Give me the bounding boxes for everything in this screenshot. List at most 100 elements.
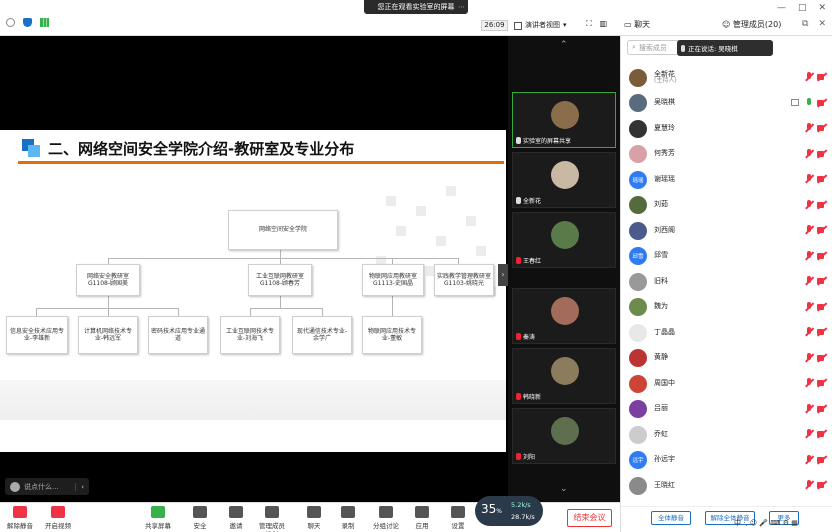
- mic-muted-icon[interactable]: [805, 276, 813, 286]
- mic-muted-icon[interactable]: [805, 123, 813, 133]
- member-row[interactable]: 远宇 孙远宇: [621, 448, 832, 474]
- breakout-rooms-button[interactable]: 分组讨论: [368, 506, 404, 530]
- share-screen-button[interactable]: 共享屏幕: [140, 506, 176, 530]
- mic-muted-icon[interactable]: [805, 403, 813, 414]
- camera-off-icon[interactable]: [817, 124, 827, 132]
- member-row[interactable]: 丁晶晶: [621, 320, 832, 346]
- mute-all-button[interactable]: 全体静音: [651, 511, 691, 525]
- member-row[interactable]: 夏慧玲: [621, 116, 832, 142]
- mic-muted-icon[interactable]: [805, 72, 813, 82]
- mic-muted-icon[interactable]: [805, 225, 813, 235]
- mic-icon: [516, 257, 521, 264]
- mic-muted-icon[interactable]: [805, 250, 813, 261]
- invite-button[interactable]: 邀请: [218, 506, 254, 530]
- start-video-button[interactable]: 开启视频: [40, 506, 76, 530]
- video-tile[interactable]: 刘阳: [512, 408, 616, 464]
- camera-off-icon[interactable]: [817, 354, 827, 362]
- toolbar-label: 应用: [415, 522, 429, 530]
- member-row[interactable]: 旧科: [621, 269, 832, 295]
- camera-off-icon[interactable]: [817, 430, 827, 438]
- mic-muted-icon[interactable]: [805, 327, 813, 337]
- camera-off-icon[interactable]: [817, 277, 827, 285]
- chevron-left-icon[interactable]: ‹: [75, 482, 89, 491]
- end-meeting-button[interactable]: 结束会议: [567, 509, 612, 527]
- video-tile[interactable]: 王春红: [512, 212, 616, 268]
- info-icon[interactable]: [6, 18, 15, 27]
- camera-off-icon[interactable]: [817, 252, 827, 260]
- layout-icon[interactable]: ▥: [600, 19, 608, 29]
- camera-off-icon[interactable]: [817, 328, 827, 336]
- mic-muted-icon[interactable]: [805, 352, 813, 363]
- member-row[interactable]: 乔虹: [621, 422, 832, 448]
- mic-muted-icon[interactable]: [805, 429, 813, 439]
- member-row[interactable]: 何秀芳: [621, 142, 832, 168]
- video-tile-label: 王春红: [523, 258, 542, 265]
- camera-off-icon[interactable]: [817, 405, 827, 413]
- mic-muted-icon[interactable]: [805, 301, 813, 312]
- speak-input[interactable]: 说点什么... ‹: [5, 478, 89, 495]
- member-row[interactable]: 刘茹: [621, 193, 832, 219]
- tab-manage-members[interactable]: ☺ 管理成员(20): [722, 19, 781, 30]
- security-button[interactable]: 安全: [182, 506, 218, 530]
- camera-off-icon[interactable]: [817, 175, 827, 183]
- mic-muted-icon[interactable]: [805, 174, 813, 184]
- manage-members-button[interactable]: 管理成员(20): [254, 506, 290, 532]
- chat-button[interactable]: 聊天: [296, 506, 332, 530]
- tab-chat[interactable]: ▭ 聊天: [624, 19, 650, 30]
- toolbar-label: 邀请: [229, 522, 243, 530]
- unmute-button[interactable]: 解除静音: [2, 506, 38, 530]
- mic-muted-icon[interactable]: [805, 480, 813, 490]
- shield-icon[interactable]: [23, 18, 32, 27]
- member-row[interactable]: 刘西阁: [621, 218, 832, 244]
- member-row[interactable]: 邱雪 邱雪: [621, 244, 832, 270]
- close-icon[interactable]: ✕: [818, 3, 826, 13]
- maximize-icon[interactable]: □: [798, 3, 807, 13]
- avatar: [629, 349, 647, 368]
- video-tile[interactable]: 秦涛: [512, 288, 616, 344]
- member-row[interactable]: 瑶瑶 谢瑶瑶: [621, 167, 832, 193]
- member-row[interactable]: 王晓红: [621, 473, 832, 499]
- video-tile[interactable]: 韩晓新: [512, 348, 616, 404]
- member-row[interactable]: 吕丽: [621, 397, 832, 423]
- camera-off-icon[interactable]: [817, 303, 827, 311]
- strip-collapse-handle[interactable]: ›: [498, 264, 508, 286]
- video-tile[interactable]: 全新花: [512, 152, 616, 208]
- camera-off-icon[interactable]: [817, 456, 827, 464]
- member-row[interactable]: 魏为: [621, 295, 832, 321]
- settings-button[interactable]: 设置: [440, 506, 476, 530]
- mic-muted-icon[interactable]: [805, 378, 813, 388]
- member-row[interactable]: 全新花 (主持人): [621, 65, 832, 91]
- fullscreen-icon[interactable]: ⛶: [586, 19, 592, 29]
- apps-button[interactable]: 应用: [404, 506, 440, 530]
- member-row[interactable]: 周国中: [621, 371, 832, 397]
- banner-menu-icon[interactable]: ⋯: [458, 3, 465, 11]
- camera-off-icon[interactable]: [817, 379, 827, 387]
- member-name: 丁晶晶: [654, 327, 675, 336]
- member-row[interactable]: 黄静: [621, 346, 832, 372]
- emoji-icon[interactable]: [10, 481, 20, 492]
- mic-muted-icon[interactable]: [805, 148, 813, 159]
- minimize-icon[interactable]: —: [777, 3, 786, 13]
- chevron-down-icon[interactable]: ⌄: [560, 484, 568, 494]
- camera-off-icon[interactable]: [817, 481, 827, 489]
- camera-off-icon[interactable]: [817, 226, 827, 234]
- record-button[interactable]: 录制: [330, 506, 366, 530]
- video-tile[interactable]: 实验室的屏幕共享: [512, 92, 616, 148]
- popout-icon[interactable]: ⧉: [802, 19, 808, 29]
- chevron-up-icon[interactable]: ⌃: [560, 40, 568, 50]
- camera-off-icon[interactable]: [817, 150, 827, 158]
- panel-close-icon[interactable]: ✕: [818, 19, 826, 29]
- mic-muted-icon[interactable]: [805, 199, 813, 210]
- member-name-block: 吕丽: [654, 405, 668, 413]
- camera-off-icon[interactable]: [817, 201, 827, 209]
- mic-icon: [516, 197, 521, 204]
- view-mode-selector[interactable]: 演讲者视图 ▾: [514, 20, 567, 31]
- camera-off-icon[interactable]: [817, 73, 827, 81]
- mic-icon[interactable]: [805, 97, 813, 108]
- toolbar-label: 聊天: [307, 522, 321, 530]
- avatar: [551, 417, 579, 445]
- member-row[interactable]: 吴晓棋: [621, 91, 832, 117]
- camera-off-icon[interactable]: [817, 99, 827, 107]
- mic-muted-icon[interactable]: [805, 454, 813, 465]
- video-tile-name: 秦涛: [516, 332, 535, 341]
